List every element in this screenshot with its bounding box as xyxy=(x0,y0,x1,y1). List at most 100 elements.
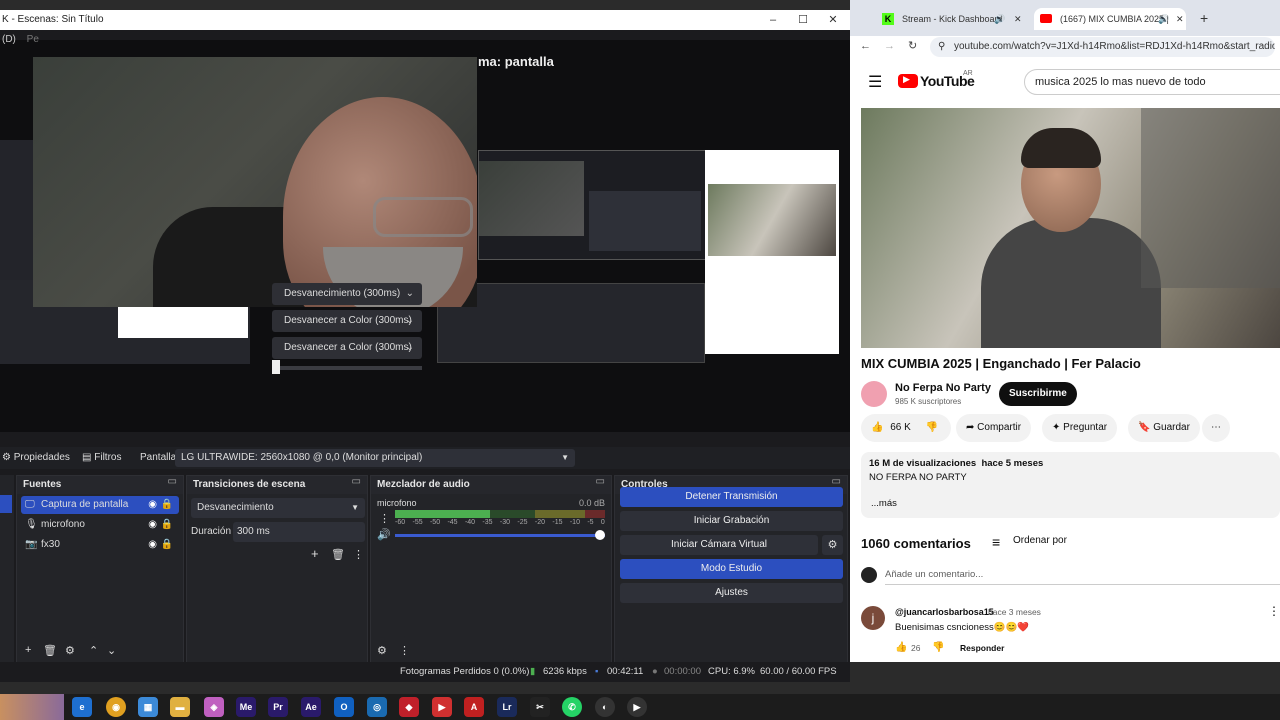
dock-menu-icon[interactable]: ▭ xyxy=(832,476,841,487)
move-up-icon[interactable]: ⌃ xyxy=(89,644,98,657)
capcut-icon[interactable]: ▶ xyxy=(432,697,452,717)
close-tab-icon[interactable]: ✕ xyxy=(1014,8,1022,30)
properties-button[interactable]: ⚙ Propiedades xyxy=(2,447,70,469)
transition-select[interactable]: Desvanecimiento ▼ xyxy=(191,498,365,518)
comment-more-icon[interactable]: ⋮ xyxy=(1268,604,1280,618)
dock-menu-icon[interactable]: ▭ xyxy=(352,476,361,487)
duration-input[interactable]: 300 ms xyxy=(233,522,365,542)
transition-button-1[interactable]: Desvanecimiento (300ms) ⌄ xyxy=(272,283,422,305)
scene-selected[interactable] xyxy=(0,495,12,513)
capture-icon[interactable]: ✂ xyxy=(530,697,550,717)
store-icon[interactable]: ▦ xyxy=(138,697,158,717)
channel-name[interactable]: No Ferpa No Party xyxy=(895,382,991,394)
show-more-link[interactable]: ...más xyxy=(871,498,897,509)
sort-icon[interactable]: ≡ xyxy=(992,534,1000,550)
reload-icon[interactable]: ↻ xyxy=(908,39,917,52)
description-box[interactable]: 16 M de visualizaciones hace 5 meses NO … xyxy=(861,452,1280,518)
chrome-icon[interactable]: ◉ xyxy=(106,697,126,717)
lock-icon[interactable]: 🔒 xyxy=(161,536,173,554)
menu-item[interactable]: (D) xyxy=(2,34,16,45)
sort-button[interactable]: Ordenar por xyxy=(1013,535,1067,546)
thumbs-down-icon[interactable]: 👎 xyxy=(926,422,938,433)
eye-icon[interactable]: ◉ xyxy=(148,516,157,534)
folder-icon[interactable]: ▬ xyxy=(170,697,190,717)
menu-icon[interactable]: ☰ xyxy=(868,72,882,92)
lock-icon[interactable]: 🔒 xyxy=(161,516,173,534)
source-item-microphone[interactable]: 🎙 microfono ◉ 🔒 xyxy=(21,516,179,534)
outlook-icon[interactable]: O xyxy=(334,697,354,717)
source-item-camera[interactable]: 📷 fx30 ◉ 🔒 xyxy=(21,536,179,554)
add-transition-icon[interactable]: + xyxy=(311,546,319,561)
acrobat-icon[interactable]: A xyxy=(464,697,484,717)
more-icon[interactable]: ⋮ xyxy=(399,644,410,657)
new-tab-icon[interactable]: + xyxy=(1200,10,1208,26)
more-icon[interactable]: ⋮ xyxy=(379,512,390,525)
forward-icon[interactable]: → xyxy=(884,40,895,52)
minimize-icon[interactable]: – xyxy=(758,10,788,30)
menu-item[interactable]: Pe xyxy=(27,34,39,45)
studio-mode-button[interactable]: Modo Estudio xyxy=(620,559,843,579)
obs-icon[interactable]: ◐ xyxy=(595,697,615,717)
more-actions-icon[interactable]: ⋯ xyxy=(1202,414,1230,442)
comment-author[interactable]: @juancarlosbarbosa15 xyxy=(895,607,994,617)
whatsapp-icon[interactable]: ✆ xyxy=(562,697,582,717)
mixer-settings-icon[interactable]: ⚙ xyxy=(377,644,387,657)
virtual-camera-button[interactable]: Iniciar Cámara Virtual xyxy=(620,535,818,555)
speaker-icon[interactable]: 🔊 xyxy=(377,528,391,541)
move-down-icon[interactable]: ⌄ xyxy=(107,644,116,657)
eye-icon[interactable]: ◉ xyxy=(148,536,157,554)
maximize-icon[interactable]: ☐ xyxy=(788,10,818,30)
lock-icon[interactable]: 🔒 xyxy=(161,496,173,514)
premiere-icon[interactable]: Pr xyxy=(268,697,288,717)
slider-handle[interactable] xyxy=(272,360,280,374)
shield-icon[interactable]: ◆ xyxy=(399,697,419,717)
save-button[interactable]: 🔖 Guardar xyxy=(1128,414,1200,442)
dock-menu-icon[interactable]: ▭ xyxy=(596,476,605,487)
commenter-avatar[interactable]: j xyxy=(861,606,885,630)
search-input[interactable]: musica 2025 lo mas nuevo de todo xyxy=(1024,69,1280,95)
edge-icon[interactable]: e xyxy=(72,697,92,717)
transition-slider[interactable] xyxy=(272,360,422,374)
add-comment-input[interactable]: Añade un comentario... xyxy=(885,569,983,580)
tab-kick[interactable]: K Stream - Kick Dashboard 🔊 ✕ xyxy=(876,8,1026,30)
virtual-camera-settings-icon[interactable]: ⚙ xyxy=(822,535,843,555)
ask-button[interactable]: ✦ Preguntar xyxy=(1042,414,1118,442)
transition-button-3[interactable]: Desvanecer a Color (300ms) ⌄ xyxy=(272,337,422,359)
video-player[interactable] xyxy=(861,108,1280,348)
volume-handle[interactable] xyxy=(595,530,605,540)
comment-dislike-icon[interactable]: 👎 xyxy=(932,642,944,653)
close-tab-icon[interactable]: ✕ xyxy=(1176,8,1184,30)
media-player-icon[interactable]: ▶ xyxy=(627,697,647,717)
settings-button[interactable]: Ajustes xyxy=(620,583,843,603)
add-source-icon[interactable]: + xyxy=(25,644,31,656)
thumbs-up-icon[interactable]: 👍 xyxy=(871,422,883,433)
transition-button-2[interactable]: Desvanecer a Color (300ms) ⌄ xyxy=(272,310,422,332)
remove-transition-icon[interactable]: 🗑 xyxy=(331,548,345,561)
start-recording-button[interactable]: Iniciar Grabación xyxy=(620,511,843,531)
eye-icon[interactable]: ◉ xyxy=(148,496,157,514)
tab-youtube[interactable]: (1667) MIX CUMBIA 2025 | 🔊 ✕ xyxy=(1034,8,1186,30)
more-icon[interactable]: ⋮ xyxy=(353,548,364,561)
channel-avatar[interactable] xyxy=(861,381,887,407)
widgets-thumbnail[interactable] xyxy=(0,694,64,720)
screen-select[interactable]: LG ULTRAWIDE: 2560x1080 @ 0,0 (Monitor p… xyxy=(175,449,575,467)
url-field[interactable]: ⚲ youtube.com/watch?v=J1Xd-h14Rmo&list=R… xyxy=(930,37,1275,57)
preview-area[interactable]: ma: pantalla Desvanecimiento (300ms) ⌄ D… xyxy=(0,40,850,432)
close-icon[interactable]: ✕ xyxy=(818,10,848,30)
media-encoder-icon[interactable]: Me xyxy=(236,697,256,717)
after-effects-icon[interactable]: Ae xyxy=(301,697,321,717)
source-settings-icon[interactable]: ⚙ xyxy=(65,644,75,657)
photos-icon[interactable]: ◈ xyxy=(204,697,224,717)
back-icon[interactable]: ← xyxy=(860,40,871,52)
vpn-icon[interactable]: ◎ xyxy=(367,697,387,717)
share-button[interactable]: ➦ Compartir xyxy=(956,414,1032,442)
remove-source-icon[interactable]: 🗑 xyxy=(43,644,57,657)
lightroom-icon[interactable]: Lr xyxy=(497,697,517,717)
dock-menu-icon[interactable]: ▭ xyxy=(168,476,177,487)
source-item-screen-capture[interactable]: 🖵 Captura de pantalla ◉ 🔒 xyxy=(21,496,179,514)
stop-stream-button[interactable]: Detener Transmisión xyxy=(620,487,843,507)
reply-button[interactable]: Responder xyxy=(960,643,1004,653)
subscribe-button[interactable]: Suscribirme xyxy=(999,382,1077,406)
volume-slider[interactable] xyxy=(395,530,605,540)
filters-button[interactable]: ▤ Filtros xyxy=(82,447,121,469)
